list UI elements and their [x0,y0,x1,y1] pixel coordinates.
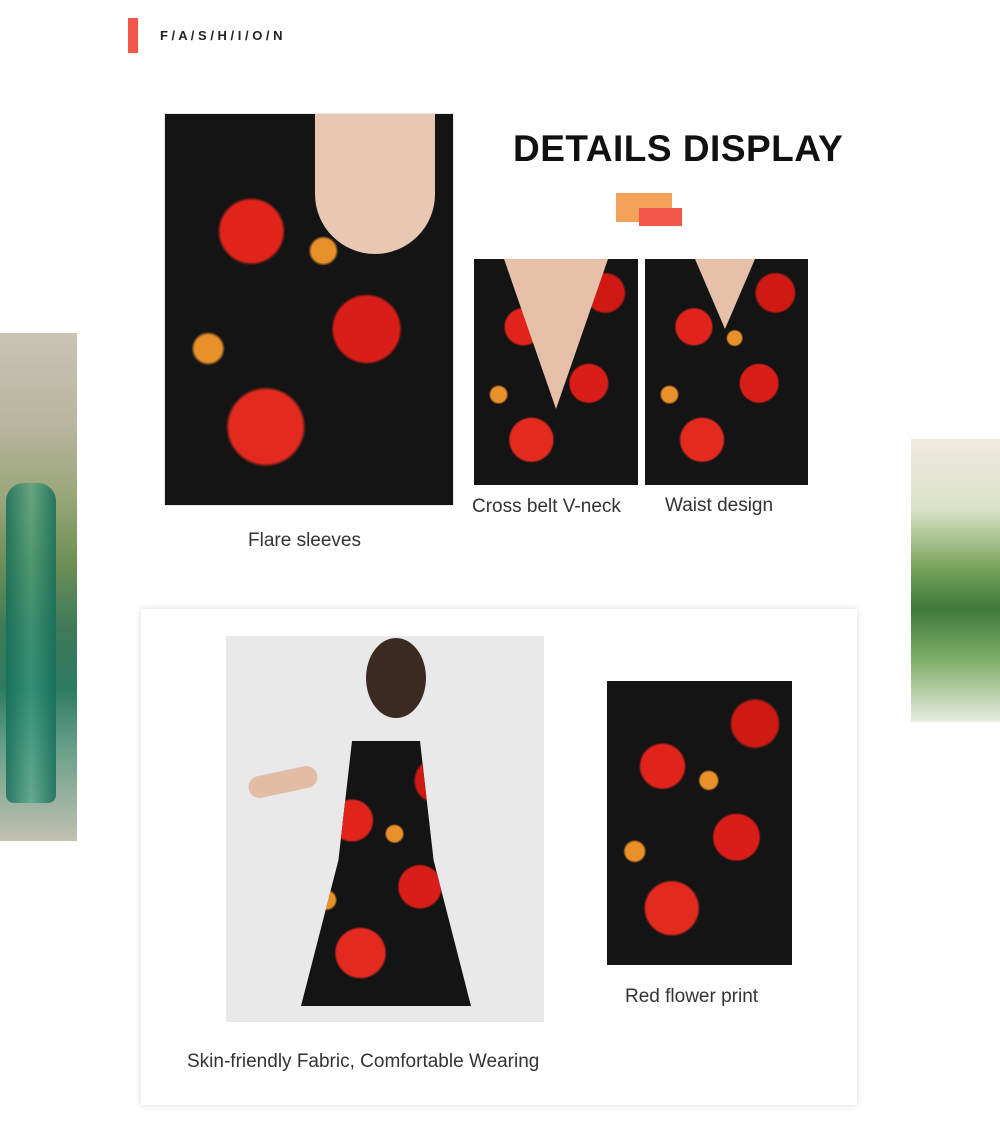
model-back-photo [226,636,544,1022]
red-flower-print-caption: Red flower print [625,986,759,1007]
waist-design-photo [645,259,808,485]
neckline-skin [504,259,608,409]
cross-belt-caption: Cross belt V-neck [472,496,621,517]
flare-sleeves-caption: Flare sleeves [248,530,361,551]
details-display-title: DETAILS DISPLAY [513,128,844,169]
cross-belt-vneck-photo [474,259,638,485]
brand-wordmark: F / A / S / H / I / O / N [160,28,283,43]
shoulder-skin [315,114,435,254]
title-deco-red [639,208,682,226]
flower-print-photo [607,681,792,965]
neckline-skin [695,259,755,329]
plant-vase-photo-left [0,333,77,841]
plant-photo-right [911,439,1000,722]
fabric-caption: Skin-friendly Fabric, Comfortable Wearin… [187,1051,540,1072]
model-head [366,638,426,718]
model-dress [301,741,471,1006]
flare-sleeves-photo [164,113,454,506]
model-arm [246,763,320,801]
waist-design-caption: Waist design [665,495,774,516]
header-accent-bar [128,18,138,53]
